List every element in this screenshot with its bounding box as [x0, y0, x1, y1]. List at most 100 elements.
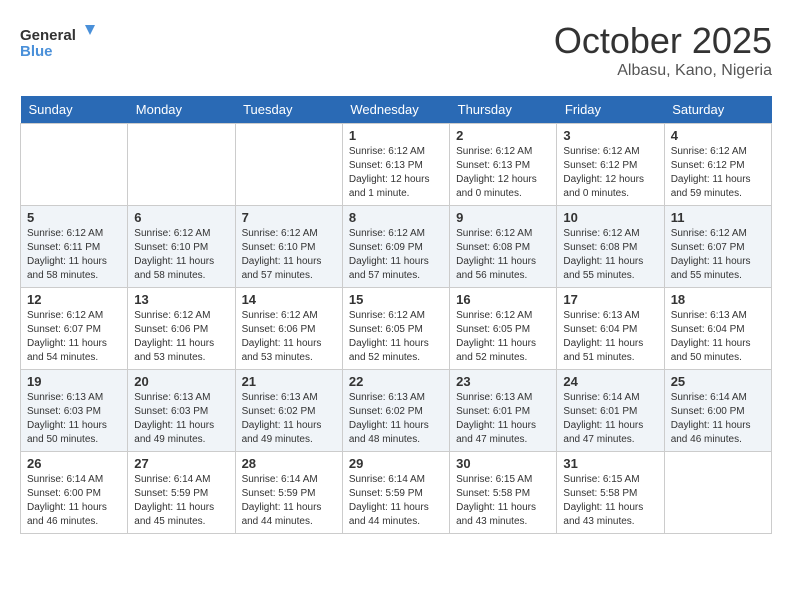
day-info: Sunrise: 6:12 AM Sunset: 6:06 PM Dayligh…	[242, 309, 336, 365]
table-row: 29Sunrise: 6:14 AM Sunset: 5:59 PM Dayli…	[342, 452, 449, 534]
table-row: 21Sunrise: 6:13 AM Sunset: 6:02 PM Dayli…	[235, 370, 342, 452]
calendar-table: Sunday Monday Tuesday Wednesday Thursday…	[20, 96, 772, 534]
table-row: 16 Sunrise: 6:12 AM Sunset: 6:05 PM Dayli…	[450, 288, 557, 370]
day-info: Sunrise: 6:14 AM Sunset: 6:01 PM Dayligh…	[563, 391, 657, 447]
table-row: 2Sunrise: 6:12 AM Sunset: 6:13 PM Daylig…	[450, 124, 557, 206]
day-info: Sunrise: 6:12 AM Sunset: 6:08 PM Dayligh…	[563, 227, 657, 283]
day-number: 5	[27, 210, 121, 225]
day-number: 3	[563, 128, 657, 143]
day-number: 12	[27, 292, 121, 307]
logo: General Blue	[20, 20, 100, 65]
table-row: 11 Sunrise: 6:12 AM Sunset: 6:07 PM Dayli…	[664, 206, 771, 288]
table-row: 4Sunrise: 6:12 AM Sunset: 6:12 PM Daylig…	[664, 124, 771, 206]
table-row	[664, 452, 771, 534]
day-number: 27	[134, 456, 228, 471]
day-info: Sunrise: 6:12 AM Sunset: 6:09 PM Dayligh…	[349, 227, 443, 283]
day-info: Sunrise: 6:12 AM Sunset: 6:05 PM Dayligh…	[456, 309, 550, 365]
col-wednesday: Wednesday	[342, 96, 449, 124]
table-row: 6 Sunrise: 6:12 AM Sunset: 6:10 PM Daylig…	[128, 206, 235, 288]
day-number: 24	[563, 374, 657, 389]
day-info: Sunrise: 6:15 AM Sunset: 5:58 PM Dayligh…	[456, 473, 550, 529]
day-info: Sunrise: 6:13 AM Sunset: 6:04 PM Dayligh…	[671, 309, 765, 365]
day-info: Sunrise: 6:12 AM Sunset: 6:07 PM Dayligh…	[27, 309, 121, 365]
day-number: 8	[349, 210, 443, 225]
table-row: 20 Sunrise: 6:13 AM Sunset: 6:03 PM Dayli…	[128, 370, 235, 452]
table-row: 7 Sunrise: 6:12 AM Sunset: 6:10 PM Daylig…	[235, 206, 342, 288]
month-title: October 2025	[554, 20, 772, 62]
table-row: 19Sunrise: 6:13 AM Sunset: 6:03 PM Dayli…	[21, 370, 128, 452]
day-info: Sunrise: 6:12 AM Sunset: 6:06 PM Dayligh…	[134, 309, 228, 365]
location: Albasu, Kano, Nigeria	[554, 62, 772, 80]
day-info: Sunrise: 6:12 AM Sunset: 6:08 PM Dayligh…	[456, 227, 550, 283]
title-block: October 2025 Albasu, Kano, Nigeria	[554, 20, 772, 80]
col-friday: Friday	[557, 96, 664, 124]
day-info: Sunrise: 6:12 AM Sunset: 6:13 PM Dayligh…	[349, 145, 443, 201]
table-row: 1 Sunrise: 6:12 AM Sunset: 6:13 PM Daylig…	[342, 124, 449, 206]
day-info: Sunrise: 6:14 AM Sunset: 5:59 PM Dayligh…	[242, 473, 336, 529]
day-info: Sunrise: 6:13 AM Sunset: 6:02 PM Dayligh…	[349, 391, 443, 447]
day-number: 21	[242, 374, 336, 389]
day-number: 23	[456, 374, 550, 389]
day-number: 22	[349, 374, 443, 389]
day-info: Sunrise: 6:13 AM Sunset: 6:03 PM Dayligh…	[27, 391, 121, 447]
table-row: 10 Sunrise: 6:12 AM Sunset: 6:08 PM Dayli…	[557, 206, 664, 288]
day-info: Sunrise: 6:13 AM Sunset: 6:04 PM Dayligh…	[563, 309, 657, 365]
day-info: Sunrise: 6:13 AM Sunset: 6:03 PM Dayligh…	[134, 391, 228, 447]
logo-svg: General Blue	[20, 20, 100, 65]
table-row: 15 Sunrise: 6:12 AM Sunset: 6:05 PM Dayli…	[342, 288, 449, 370]
table-row: 18 Sunrise: 6:13 AM Sunset: 6:04 PM Dayli…	[664, 288, 771, 370]
day-number: 30	[456, 456, 550, 471]
table-row: 17 Sunrise: 6:13 AM Sunset: 6:04 PM Dayli…	[557, 288, 664, 370]
day-number: 10	[563, 210, 657, 225]
day-number: 15	[349, 292, 443, 307]
table-row: 3 Sunrise: 6:12 AM Sunset: 6:12 PM Daylig…	[557, 124, 664, 206]
svg-text:Blue: Blue	[20, 43, 53, 60]
table-row: 23Sunrise: 6:13 AM Sunset: 6:01 PM Dayli…	[450, 370, 557, 452]
table-row: 28 Sunrise: 6:14 AM Sunset: 5:59 PM Dayli…	[235, 452, 342, 534]
day-info: Sunrise: 6:14 AM Sunset: 5:59 PM Dayligh…	[134, 473, 228, 529]
day-number: 25	[671, 374, 765, 389]
day-info: Sunrise: 6:12 AM Sunset: 6:10 PM Dayligh…	[242, 227, 336, 283]
table-row	[128, 124, 235, 206]
table-row: 25 Sunrise: 6:14 AM Sunset: 6:00 PM Dayli…	[664, 370, 771, 452]
day-number: 17	[563, 292, 657, 307]
day-number: 28	[242, 456, 336, 471]
table-row: 27 Sunrise: 6:14 AM Sunset: 5:59 PM Dayli…	[128, 452, 235, 534]
calendar-week-row: 19Sunrise: 6:13 AM Sunset: 6:03 PM Dayli…	[21, 370, 772, 452]
table-row: 12 Sunrise: 6:12 AM Sunset: 6:07 PM Dayli…	[21, 288, 128, 370]
day-info: Sunrise: 6:14 AM Sunset: 5:59 PM Dayligh…	[349, 473, 443, 529]
day-info: Sunrise: 6:14 AM Sunset: 6:00 PM Dayligh…	[27, 473, 121, 529]
day-number: 26	[27, 456, 121, 471]
col-thursday: Thursday	[450, 96, 557, 124]
day-number: 6	[134, 210, 228, 225]
day-number: 9	[456, 210, 550, 225]
day-number: 7	[242, 210, 336, 225]
day-info: Sunrise: 6:12 AM Sunset: 6:13 PM Dayligh…	[456, 145, 550, 201]
table-row: 8 Sunrise: 6:12 AM Sunset: 6:09 PM Daylig…	[342, 206, 449, 288]
day-number: 20	[134, 374, 228, 389]
calendar-week-row: 26 Sunrise: 6:14 AM Sunset: 6:00 PM Dayli…	[21, 452, 772, 534]
day-number: 16	[456, 292, 550, 307]
table-row: 13 Sunrise: 6:12 AM Sunset: 6:06 PM Dayli…	[128, 288, 235, 370]
day-info: Sunrise: 6:12 AM Sunset: 6:05 PM Dayligh…	[349, 309, 443, 365]
table-row: 31Sunrise: 6:15 AM Sunset: 5:58 PM Dayli…	[557, 452, 664, 534]
table-row: 30 Sunrise: 6:15 AM Sunset: 5:58 PM Dayli…	[450, 452, 557, 534]
day-number: 11	[671, 210, 765, 225]
calendar-week-row: 1 Sunrise: 6:12 AM Sunset: 6:13 PM Daylig…	[21, 124, 772, 206]
table-row: 24 Sunrise: 6:14 AM Sunset: 6:01 PM Dayli…	[557, 370, 664, 452]
svg-text:General: General	[20, 27, 76, 44]
day-info: Sunrise: 6:12 AM Sunset: 6:12 PM Dayligh…	[563, 145, 657, 201]
calendar-header-row: Sunday Monday Tuesday Wednesday Thursday…	[21, 96, 772, 124]
day-info: Sunrise: 6:14 AM Sunset: 6:00 PM Dayligh…	[671, 391, 765, 447]
day-number: 1	[349, 128, 443, 143]
day-info: Sunrise: 6:12 AM Sunset: 6:10 PM Dayligh…	[134, 227, 228, 283]
table-row: 22 Sunrise: 6:13 AM Sunset: 6:02 PM Dayli…	[342, 370, 449, 452]
day-number: 14	[242, 292, 336, 307]
day-number: 31	[563, 456, 657, 471]
day-number: 18	[671, 292, 765, 307]
day-info: Sunrise: 6:12 AM Sunset: 6:11 PM Dayligh…	[27, 227, 121, 283]
col-saturday: Saturday	[664, 96, 771, 124]
day-info: Sunrise: 6:12 AM Sunset: 6:07 PM Dayligh…	[671, 227, 765, 283]
table-row: 9 Sunrise: 6:12 AM Sunset: 6:08 PM Daylig…	[450, 206, 557, 288]
day-number: 13	[134, 292, 228, 307]
